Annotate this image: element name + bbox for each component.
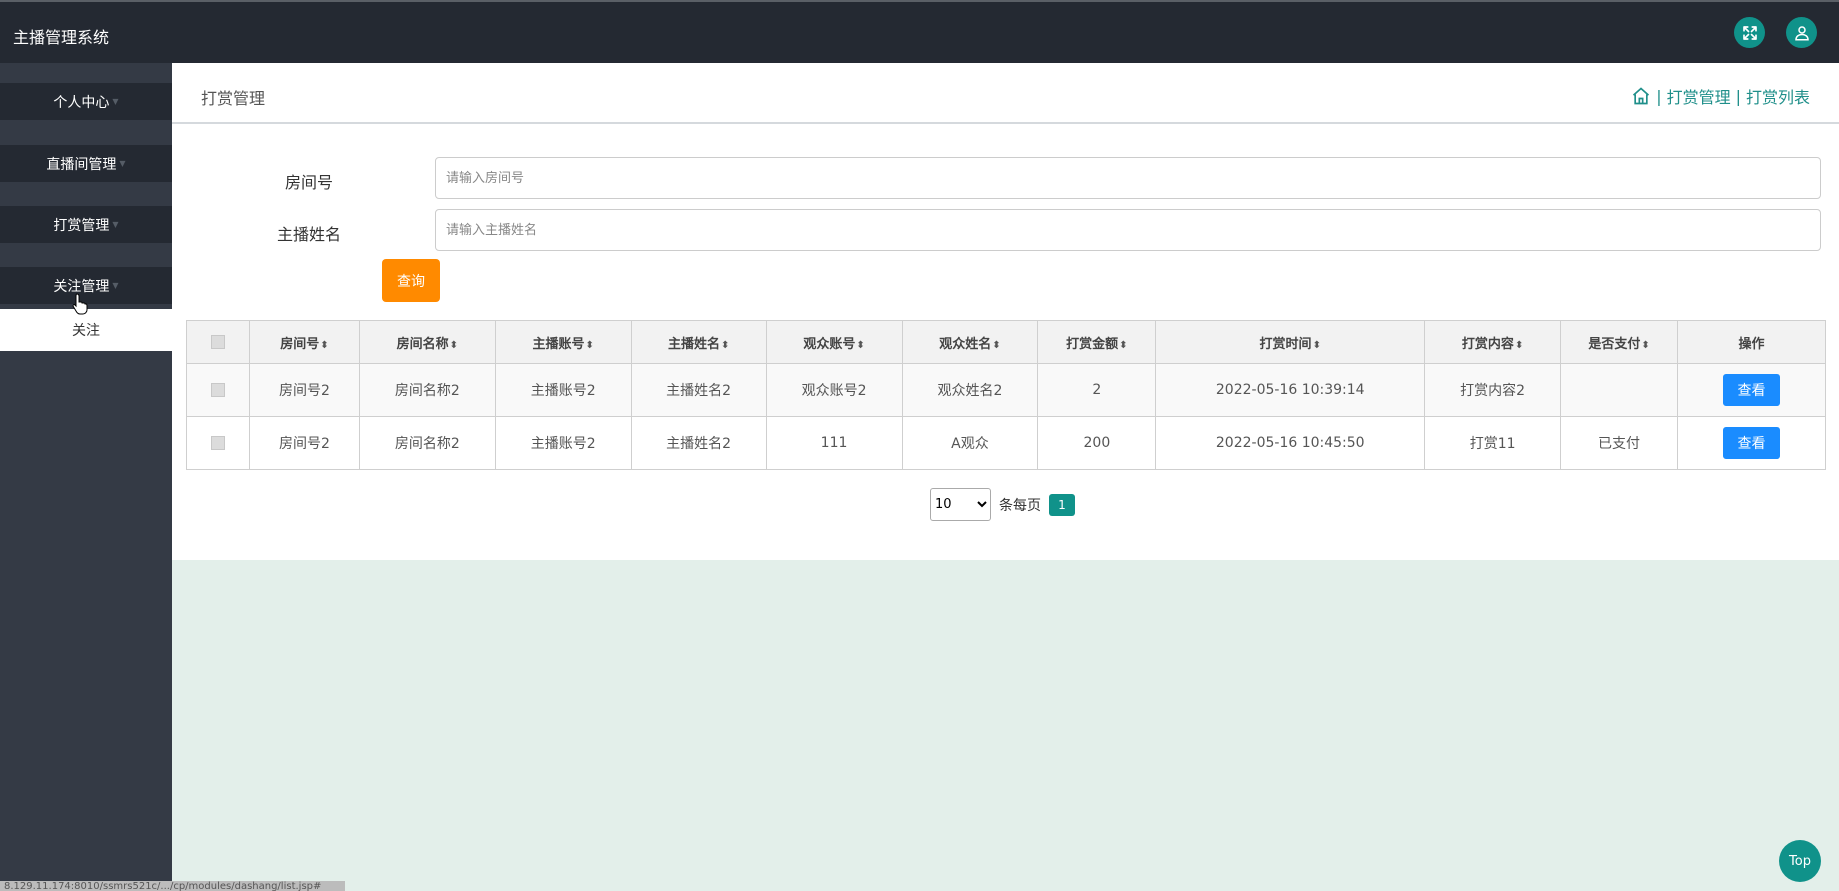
table-cell: 房间号2 (248, 416, 360, 470)
page-title: 打赏管理 (201, 89, 266, 108)
table-cell: 111 (765, 416, 903, 470)
table-cell: 主播姓名2 (630, 363, 767, 417)
sidebar-item-label: 个人中心 (53, 94, 110, 111)
expand-icon (1742, 25, 1757, 40)
column-header-anchor-name[interactable]: 主播姓名⬍ (630, 320, 767, 364)
view-button[interactable]: 查看 (1723, 427, 1780, 459)
table-cell: 房间号2 (248, 363, 360, 417)
table-cell: 已支付 (1560, 416, 1678, 470)
sort-icon: ⬍ (585, 339, 594, 351)
main-content: 打赏管理 | 打赏管理 | 打赏列表 (172, 63, 1839, 560)
per-page-label: 条每页 (999, 497, 1041, 514)
sidebar-item-label: 直播间管理 (46, 156, 117, 173)
page-size-select[interactable]: 10 20 50 100 (930, 488, 991, 521)
table-cell: 主播账号2 (494, 363, 632, 417)
sidebar-item-personal-center[interactable]: 个人中心 ▼ (0, 83, 172, 120)
breadcrumb-tip-management[interactable]: 打赏管理 (1667, 84, 1731, 108)
table-cell: 观众账号2 (765, 363, 903, 417)
table-cell: 2022-05-16 10:39:14 (1155, 363, 1426, 417)
query-button[interactable]: 查询 (382, 259, 440, 302)
sort-icon: ⬍ (449, 339, 459, 351)
column-header-action: 操作 (1677, 320, 1826, 364)
column-header-tip-content[interactable]: 打赏内容⬍ (1424, 320, 1562, 364)
user-icon (1794, 25, 1809, 40)
sort-icon: ⬍ (856, 339, 865, 351)
sort-icon: ⬍ (992, 339, 1001, 351)
table-cell: 2 (1037, 363, 1157, 417)
caret-down-icon: ▼ (119, 159, 126, 168)
table-row: 房间号2 房间名称2 主播账号2 主播姓名2 观众账号2 观众姓名2 2 202… (186, 363, 1826, 417)
app-title: 主播管理系统 (13, 28, 110, 47)
column-header-viewer-name[interactable]: 观众姓名⬍ (901, 320, 1039, 364)
sort-icon: ⬍ (1641, 339, 1650, 351)
table-header-row: 房间号⬍ 房间名称⬍ 主播账号⬍ 主播姓名⬍ 观众账号⬍ 观众姓名⬍ 打赏金额⬍… (186, 320, 1826, 364)
table-cell: A观众 (901, 416, 1039, 470)
breadcrumb-separator: | (1656, 86, 1662, 106)
action-cell: 查看 (1677, 416, 1826, 470)
column-header-paid[interactable]: 是否支付⬍ (1560, 320, 1678, 364)
column-header-viewer-account[interactable]: 观众账号⬍ (765, 320, 903, 364)
sort-icon: ⬍ (720, 339, 730, 351)
tip-table: 房间号⬍ 房间名称⬍ 主播账号⬍ 主播姓名⬍ 观众账号⬍ 观众姓名⬍ 打赏金额⬍… (186, 320, 1826, 470)
sidebar-subitem-label: 关注 (72, 323, 100, 339)
row-select-cell[interactable] (186, 363, 250, 417)
user-menu-button[interactable] (1786, 17, 1817, 48)
table-cell: 2022-05-16 10:45:50 (1155, 416, 1426, 470)
sort-icon: ⬍ (1119, 339, 1128, 351)
breadcrumb-tip-list[interactable]: 打赏列表 (1746, 84, 1810, 108)
column-header-tip-amount[interactable]: 打赏金额⬍ (1037, 320, 1157, 364)
column-header-anchor-account[interactable]: 主播账号⬍ (494, 320, 632, 364)
table-cell: 打赏内容2 (1424, 363, 1562, 417)
sort-icon: ⬍ (1514, 339, 1524, 351)
table-row: 房间号2 房间名称2 主播账号2 主播姓名2 111 A观众 200 2022-… (186, 416, 1826, 470)
hand-cursor-icon (72, 293, 88, 315)
home-icon[interactable] (1631, 86, 1651, 106)
table-cell: 主播姓名2 (630, 416, 767, 470)
table-cell: 观众姓名2 (901, 363, 1039, 417)
sort-icon: ⬍ (1312, 339, 1321, 351)
table-cell: 主播账号2 (494, 416, 632, 470)
caret-down-icon: ▼ (112, 97, 119, 106)
fullscreen-button[interactable] (1734, 17, 1765, 48)
table-cell: 房间名称2 (358, 363, 496, 417)
sidebar-item-tip-management[interactable]: 打赏管理 ▼ (0, 206, 172, 243)
table-cell: 打赏11 (1424, 416, 1562, 470)
sidebar: 个人中心 ▼ 直播间管理 ▼ 打赏管理 ▼ 关注管理 ▼ 关注 (0, 63, 172, 891)
column-header-room-number[interactable]: 房间号⬍ (248, 320, 360, 364)
sort-icon: ⬍ (320, 339, 329, 351)
caret-down-icon: ▼ (112, 281, 119, 290)
sidebar-item-label: 打赏管理 (53, 217, 110, 234)
column-header-tip-time[interactable]: 打赏时间⬍ (1155, 320, 1426, 364)
sidebar-item-live-room[interactable]: 直播间管理 ▼ (0, 145, 172, 182)
room-number-input[interactable] (435, 157, 1821, 199)
row-checkbox[interactable] (210, 436, 225, 450)
caret-down-icon: ▼ (112, 220, 119, 229)
room-number-label: 房间号 (285, 173, 334, 192)
page-number-current[interactable]: 1 (1049, 493, 1075, 516)
breadcrumb-separator: | (1735, 86, 1741, 106)
breadcrumb: | 打赏管理 | 打赏列表 (1631, 84, 1810, 108)
sidebar-subitem-follow[interactable]: 关注 (0, 309, 172, 351)
action-cell: 查看 (1677, 363, 1826, 417)
pagination: 10 20 50 100 条每页 1 (930, 488, 1075, 521)
status-bar-url: 8.129.11.174:8010/ssmrs521c/.../cp/modul… (0, 881, 345, 891)
column-header-room-name[interactable]: 房间名称⬍ (358, 320, 496, 364)
select-all-cell[interactable] (186, 320, 250, 364)
table-cell: 房间名称2 (358, 416, 496, 470)
table-cell (1560, 363, 1678, 417)
page-header: 打赏管理 | 打赏管理 | 打赏列表 (172, 63, 1839, 124)
row-checkbox[interactable] (210, 383, 225, 397)
back-to-top-button[interactable]: Top (1779, 840, 1821, 882)
anchor-name-label: 主播姓名 (277, 225, 342, 244)
row-select-cell[interactable] (186, 416, 250, 470)
anchor-name-input[interactable] (435, 209, 1821, 251)
view-button[interactable]: 查看 (1723, 374, 1780, 406)
select-all-checkbox[interactable] (210, 335, 225, 349)
top-bar: 主播管理系统 (0, 0, 1839, 63)
table-cell: 200 (1037, 416, 1157, 470)
